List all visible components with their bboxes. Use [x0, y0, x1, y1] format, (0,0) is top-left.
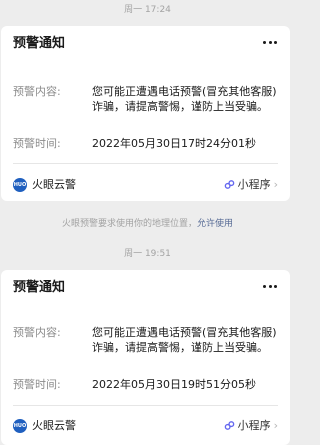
mini-program-label: 小程序 — [237, 178, 271, 191]
more-dots-icon[interactable] — [262, 280, 278, 294]
alert-time-value: 2022年05月30日17时24分01秒 — [92, 137, 256, 150]
mini-program-icon — [224, 421, 234, 430]
alert-card[interactable]: 预警通知 预警内容: 您可能正遭遇电话预警(冒充其他客服)诈骗，请提高警惕，谨防… — [1, 26, 290, 201]
alert-content-row: 预警内容: 您可能正遭遇电话预警(冒充其他客服)诈骗，请提高警惕，谨防上当受骗。 — [13, 325, 283, 373]
message-timestamp: 周一 19:51 — [124, 249, 171, 259]
alert-time-row: 预警时间: 2022年05月30日17时24分01秒 — [13, 136, 283, 152]
alert-time-value: 2022年05月30日19时51分05秒 — [92, 378, 256, 391]
mini-program-button[interactable]: 小程序 › — [224, 417, 278, 435]
card-title: 预警通知 — [13, 36, 66, 51]
alert-content-value: 您可能正遭遇电话预警(冒充其他客服)诈骗，请提高警惕，谨防上当受骗。 — [92, 326, 277, 354]
alert-content-row: 预警内容: 您可能正遭遇电话预警(冒充其他客服)诈骗，请提高警惕，谨防上当受骗。 — [13, 84, 283, 132]
chevron-right-icon: › — [273, 419, 278, 432]
card-title: 预警通知 — [13, 280, 66, 295]
message-timestamp: 周一 17:24 — [124, 5, 171, 15]
allow-location-link[interactable]: 允许使用 — [197, 219, 233, 229]
card-divider — [13, 405, 278, 406]
app-logo-icon: HUO — [13, 419, 27, 433]
location-notice-text: 火眼预警要求使用你的地理位置， — [61, 219, 197, 229]
alert-time-label: 预警时间: — [13, 378, 61, 391]
mini-program-button[interactable]: 小程序 › — [224, 176, 278, 194]
mini-program-label: 小程序 — [237, 419, 271, 432]
mini-program-icon — [224, 180, 234, 189]
alert-time-label: 预警时间: — [13, 137, 61, 150]
alert-time-row: 预警时间: 2022年05月30日19时51分05秒 — [13, 377, 283, 393]
card-divider — [13, 163, 278, 164]
alert-content-label: 预警内容: — [13, 326, 61, 339]
card-footer[interactable]: HUO 火眼云警 小程序 › — [1, 413, 290, 439]
alert-content-label: 预警内容: — [13, 85, 61, 98]
chevron-right-icon: › — [273, 178, 278, 191]
app-name: 火眼云警 — [32, 419, 76, 432]
alert-card[interactable]: 预警通知 预警内容: 您可能正遭遇电话预警(冒充其他客服)诈骗，请提高警惕，谨防… — [1, 270, 290, 445]
card-footer[interactable]: HUO 火眼云警 小程序 › — [1, 172, 290, 198]
app-name: 火眼云警 — [32, 178, 76, 191]
location-permission-notice: 火眼预警要求使用你的地理位置，允许使用 — [0, 218, 295, 230]
alert-content-value: 您可能正遭遇电话预警(冒充其他客服)诈骗，请提高警惕，谨防上当受骗。 — [92, 85, 277, 113]
more-dots-icon[interactable] — [262, 36, 278, 50]
app-logo-icon: HUO — [13, 178, 27, 192]
